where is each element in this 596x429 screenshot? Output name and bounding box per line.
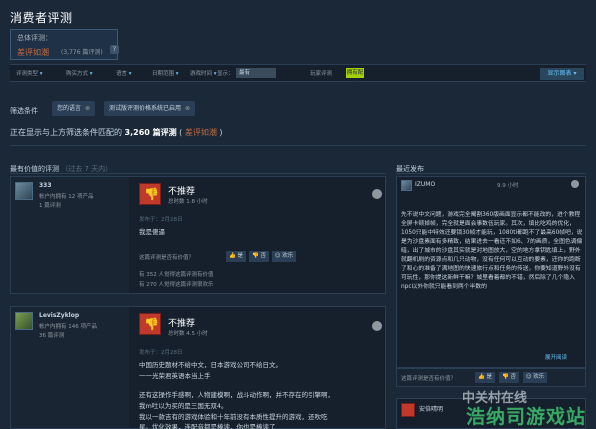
avatar[interactable] xyxy=(15,312,33,330)
steam-icon xyxy=(571,180,579,188)
overall-review-count: (3,776 篇评测) xyxy=(61,49,103,56)
reviewer-panel: LevisZyklop 帐户内拥有 146 项产品 36 篇评测 xyxy=(11,307,129,428)
helpful-no-button[interactable]: 👎 否 xyxy=(249,251,269,262)
filter-chip-language[interactable]: 您的语言 ⊗ xyxy=(52,101,96,116)
helpful-question: 这篇评测是否有价值？ xyxy=(139,255,195,261)
filter-player-reviews[interactable]: 玩家评测 xyxy=(310,69,332,77)
owned-config-toggle[interactable]: 拥有配置 xyxy=(346,68,364,86)
smiley-icon: ☺ xyxy=(274,253,281,259)
recent-helpful-bar: 这篇评测是否有价值？ 👍 是 👎 否 ☺ 欢乐 xyxy=(396,368,586,387)
review-posted-date: 发布于：2月28日 xyxy=(139,217,183,223)
section-underline xyxy=(10,173,386,174)
filter-playtime[interactable]: 游戏时间 ▾ xyxy=(190,69,217,77)
display-select[interactable]: 最有 xyxy=(236,68,276,78)
filter-chip-beta[interactable]: 测试版评测价格系统已启用 ⊗ xyxy=(104,101,196,116)
thumbs-down-icon: 👎 xyxy=(251,253,259,259)
helpful-question: 这篇评测是否有价值？ xyxy=(401,376,457,382)
review-body-line: 星。优化效果，连配音都是棒读，你也是棒读了 xyxy=(139,423,276,429)
reviewer-products: 帐户内拥有 12 项产品 xyxy=(39,194,94,200)
chevron-down-icon: ▾ xyxy=(175,71,179,77)
close-icon[interactable]: ⊗ xyxy=(185,101,190,116)
steam-icon xyxy=(372,321,382,331)
recent-review-card: IZUMO 9.9 小时 先不说中文问题，游戏完全阉割360版画面显示都不能改的… xyxy=(396,176,586,368)
review-verdict: 不推荐 xyxy=(168,319,196,329)
review-card: 333 帐户内拥有 12 项产品 1 篇评测 👎 不推荐 总时数 1.8 小时 … xyxy=(10,176,386,294)
filter-date-range[interactable]: 日期范围 ▾ xyxy=(152,69,179,77)
chevron-down-icon: ▾ xyxy=(89,71,93,77)
question-mark-icon[interactable]: ? xyxy=(110,45,119,54)
recent-reviewer-name[interactable]: IZUMO xyxy=(415,181,435,188)
recent-review-body: 先不说中文问题，游戏完全阉割360版画面显示都不能改的，进个教程全屏卡顿掉帧，完… xyxy=(401,212,583,290)
thumbs-up-icon: 👍 xyxy=(477,374,485,380)
review-body-line: 一一光荣君英语本当上手 xyxy=(139,372,211,380)
page-title: 消费者评测 xyxy=(10,11,73,25)
showing-count-text: 正在显示与上方筛选条件匹配的 3,260 篇评测 ( 差评如潮 ) xyxy=(10,128,223,137)
chevron-down-icon: ▾ xyxy=(573,70,577,77)
overall-review-score: 差评如潮 xyxy=(17,48,49,57)
review-hours: 总时数 1.8 小时 xyxy=(168,199,208,205)
section-underline xyxy=(396,173,586,174)
review-posted-date: 发布于：2月28日 xyxy=(139,350,183,356)
read-more-link[interactable]: 展开阅读 xyxy=(545,353,567,361)
thumbs-down-icon: 👎 xyxy=(144,187,159,201)
avatar[interactable] xyxy=(401,180,412,191)
funny-button[interactable]: ☺ 欢乐 xyxy=(272,251,296,262)
funny-button[interactable]: ☺ 欢乐 xyxy=(523,372,547,383)
steam-icon xyxy=(372,189,382,199)
helpful-yes-button[interactable]: 👍 是 xyxy=(226,251,246,262)
close-icon[interactable]: ⊗ xyxy=(85,101,90,116)
thumbs-down-icon xyxy=(401,403,415,417)
avatar[interactable] xyxy=(15,182,33,200)
thumbs-down-icon: 👎 xyxy=(144,317,159,331)
chevron-down-icon: ▾ xyxy=(39,71,43,77)
review-body: 我是傻逼 xyxy=(139,228,165,236)
section-divider xyxy=(10,145,586,146)
reviewer-products: 帐户内拥有 146 项产品 xyxy=(39,324,97,330)
helpful-no-button[interactable]: 👎 否 xyxy=(499,372,519,383)
filter-display-label: 显示： xyxy=(217,71,234,77)
filter-language[interactable]: 语言 ▾ xyxy=(116,69,132,77)
helpful-yes-button[interactable]: 👍 是 xyxy=(475,372,495,383)
filter-review-type[interactable]: 评测类型 ▾ xyxy=(16,69,43,77)
chevron-down-icon: ▾ xyxy=(128,71,132,77)
review-filter-bar: 评测类型 ▾ 购买方式 ▾ 语言 ▾ 日期范围 ▾ 游戏时间 ▾ 显示： 最有 … xyxy=(10,64,586,86)
review-card: LevisZyklop 帐户内拥有 146 项产品 36 篇评测 👎 不推荐 总… xyxy=(10,306,386,429)
thumbs-down-icon: 👎 xyxy=(501,374,509,380)
reviewer-panel: 333 帐户内拥有 12 项产品 1 篇评测 xyxy=(11,177,129,293)
show-graph-button[interactable]: 显示图表 ▾ xyxy=(540,68,584,80)
reviewer-review-count: 36 篇评测 xyxy=(39,333,65,339)
active-filters-label: 筛选条件 xyxy=(10,107,38,115)
not-recommended-icon: 👎 xyxy=(139,183,161,205)
review-hours: 总时数 4.5 小时 xyxy=(168,331,208,337)
reviewer-name[interactable]: 333 xyxy=(39,182,52,189)
funny-stat: 有 270 人觉得这篇评测很欢乐 xyxy=(139,282,214,288)
filter-purchase-type[interactable]: 购买方式 ▾ xyxy=(66,69,93,77)
reviewer-name[interactable]: LevisZyklop xyxy=(39,312,79,319)
review-verdict: 不推荐 xyxy=(168,187,196,197)
recent-reviewer-name[interactable]: 安倍晴明 xyxy=(419,404,443,413)
overall-review-summary: 总体评测： 差评如潮 (3,776 篇评测) ? xyxy=(10,29,119,60)
watermark-site-name: 浩纳司游戏站 xyxy=(466,406,587,428)
overall-review-label: 总体评测： xyxy=(17,34,52,42)
thumbs-up-icon: 👍 xyxy=(228,253,236,259)
helpful-stat: 有 352 人觉得这篇评测有价值 xyxy=(139,272,214,278)
smiley-icon: ☺ xyxy=(525,374,532,380)
reviewer-review-count: 1 篇评测 xyxy=(39,203,61,209)
not-recommended-icon: 👎 xyxy=(139,313,161,335)
recent-review-hours: 9.9 小时 xyxy=(497,183,519,189)
